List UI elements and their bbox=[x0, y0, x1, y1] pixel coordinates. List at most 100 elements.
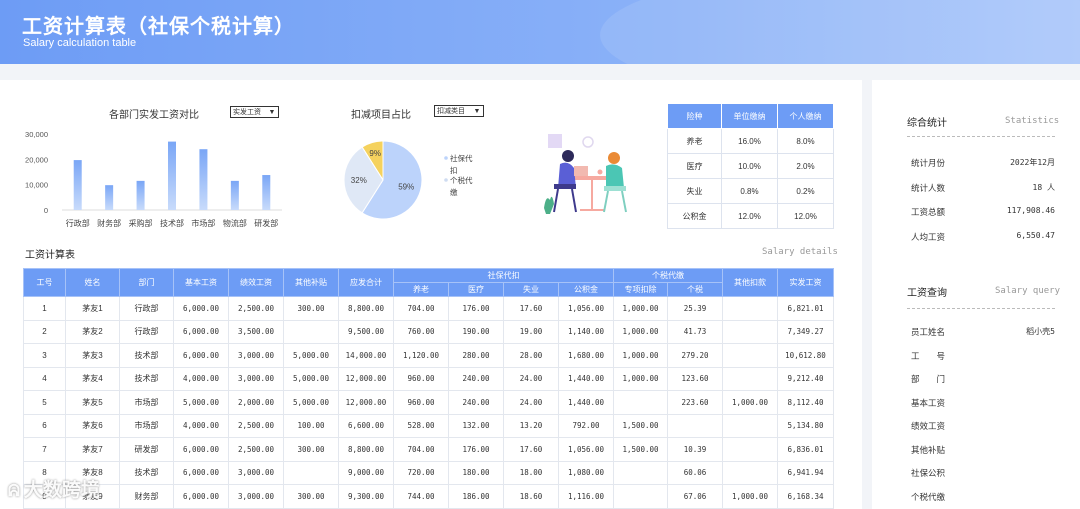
salary-cell: 100.00 bbox=[283, 413, 339, 438]
bar-chart: 30,000 20,000 10,000 0 行政部 财务部 采购部 技术部 市场部 物流部 研发部 bbox=[25, 130, 282, 228]
salary-cell: 1,000.00 bbox=[722, 484, 778, 509]
salary-cell bbox=[722, 366, 778, 391]
bar-财务部 bbox=[105, 185, 114, 210]
bar-市场部 bbox=[199, 149, 208, 210]
rate-cell: 失业 bbox=[667, 178, 722, 204]
rate-header-cell: 险种 bbox=[667, 103, 722, 129]
salary-cell: 6,821.01 bbox=[777, 296, 834, 321]
salary-cell: 6,168.34 bbox=[777, 484, 834, 509]
salary-cell: 茅友3 bbox=[65, 343, 120, 368]
salary-cell: 9,500.00 bbox=[338, 319, 394, 344]
pie-value-label: 32% bbox=[351, 176, 367, 185]
salary-cell: 3,000.00 bbox=[228, 366, 284, 391]
salary-cell: 2,500.00 bbox=[228, 296, 284, 321]
y-tick-label: 10,000 bbox=[25, 181, 48, 190]
salary-cell bbox=[722, 296, 778, 321]
salary-cell: 1,056.00 bbox=[558, 296, 614, 321]
page-title: 工资计算表（社保个税计算） bbox=[22, 16, 295, 38]
info-value: 稻小壳5 bbox=[1026, 327, 1055, 336]
table-row: 8 茅友8 技术部 6,000.00 3,000.00 9,000.00 720.00 180… bbox=[23, 460, 834, 485]
salary-cell: 1,116.00 bbox=[558, 484, 614, 509]
rate-row: 医疗 10.0% 2.0% bbox=[667, 153, 834, 179]
legend-label: 个税代 bbox=[450, 175, 473, 185]
salary-cell: 技术部 bbox=[119, 343, 174, 368]
salary-header-cell: 实发工资 bbox=[777, 268, 834, 297]
salary-cell bbox=[722, 460, 778, 485]
salary-cell: 720.00 bbox=[393, 460, 449, 485]
salary-cell: 茅友5 bbox=[65, 390, 120, 415]
salary-cell: 24.00 bbox=[503, 366, 559, 391]
salary-cell: 8,800.00 bbox=[338, 296, 394, 321]
x-tick-label: 行政部 bbox=[66, 218, 90, 228]
salary-cell: 8,112.40 bbox=[777, 390, 834, 415]
rate-cell: 10.0% bbox=[721, 153, 778, 179]
salary-cell: 5,134.80 bbox=[777, 413, 834, 438]
salary-cell: 6,000.00 bbox=[173, 484, 229, 509]
bar-chart-dropdown-value: 实发工资 bbox=[233, 109, 261, 116]
salary-cell: 茅友4 bbox=[65, 366, 120, 391]
salary-table-title-en: Salary details bbox=[762, 247, 838, 257]
legend-label: 缴 bbox=[450, 187, 458, 197]
salary-cell: 6 bbox=[23, 413, 66, 438]
salary-subheader-cell: 专项扣除 bbox=[613, 282, 668, 297]
salary-cell: 19.00 bbox=[503, 319, 559, 344]
table-row: 3 茅友3 技术部 6,000.00 3,000.00 5,000.00 14,000.00… bbox=[23, 343, 834, 368]
legend-marker bbox=[444, 178, 448, 182]
info-row: 基本工资 bbox=[911, 397, 1055, 409]
query-title-en: Salary query bbox=[995, 286, 1061, 296]
info-row: 员工姓名 稻小壳5 bbox=[911, 326, 1055, 338]
y-tick-label: 30,000 bbox=[25, 130, 48, 139]
salary-cell: 240.00 bbox=[448, 390, 504, 415]
salary-cell: 6,941.94 bbox=[777, 460, 834, 485]
salary-cell: 1,120.00 bbox=[393, 343, 449, 368]
salary-cell: 6,836.01 bbox=[777, 437, 834, 462]
salary-cell: 5,000.00 bbox=[283, 366, 339, 391]
salary-cell: 176.00 bbox=[448, 437, 504, 462]
rate-header-cell: 单位缴纳 bbox=[721, 103, 778, 129]
info-label: 工 号 bbox=[911, 350, 946, 361]
bar-chart-title: 各部门实发工资对比 bbox=[109, 110, 199, 121]
salary-cell: 6,600.00 bbox=[338, 413, 394, 438]
salary-cell: 6,000.00 bbox=[173, 296, 229, 321]
info-value: 2022年12月 bbox=[1010, 158, 1055, 167]
salary-cell: 12,000.00 bbox=[338, 390, 394, 415]
salary-cell: 8,800.00 bbox=[338, 437, 394, 462]
salary-cell: 960.00 bbox=[393, 390, 449, 415]
info-value: 6,550.47 bbox=[1016, 230, 1055, 240]
salary-cell: 744.00 bbox=[393, 484, 449, 509]
info-value: 18 人 bbox=[1032, 182, 1055, 192]
salary-cell: 1,000.00 bbox=[613, 366, 668, 391]
bar-技术部 bbox=[168, 141, 176, 210]
pie-chart-dropdown[interactable]: 扣减类目 ▼ bbox=[434, 105, 484, 117]
bar-研发部 bbox=[262, 175, 271, 210]
rate-cell: 0.2% bbox=[777, 178, 834, 204]
salary-cell: 17.60 bbox=[503, 437, 559, 462]
salary-cell: 60.06 bbox=[667, 460, 723, 485]
page-subtitle: Salary calculation table bbox=[23, 37, 137, 49]
salary-cell: 技术部 bbox=[119, 366, 174, 391]
salary-cell: 300.00 bbox=[283, 484, 339, 509]
salary-cell: 1,000.00 bbox=[722, 390, 778, 415]
bar-chart-dropdown[interactable]: 实发工资 ▼ bbox=[230, 106, 279, 118]
salary-cell: 180.00 bbox=[448, 460, 504, 485]
salary-cell: 3,000.00 bbox=[228, 343, 284, 368]
salary-table: 工号 姓名 部门 基本工资 绩效工资 其他补贴 应发合计 社保代扣 个税代缴 其他扣款 实发工资 养老… bbox=[23, 268, 834, 509]
salary-cell: 25.39 bbox=[667, 296, 723, 321]
salary-cell: 茅友1 bbox=[65, 296, 120, 321]
salary-cell: 技术部 bbox=[119, 460, 174, 485]
rate-row: 失业 0.8% 0.2% bbox=[667, 178, 834, 204]
salary-cell: 6,000.00 bbox=[173, 343, 229, 368]
salary-cell: 132.00 bbox=[448, 413, 504, 438]
rate-row: 公积金 12.0% 12.0% bbox=[667, 203, 834, 229]
bar-行政部 bbox=[73, 160, 82, 210]
salary-cell: 茅友2 bbox=[65, 319, 120, 344]
y-tick-label: 20,000 bbox=[25, 155, 48, 164]
table-row: 7 茅友7 研发部 6,000.00 2,500.00 300.00 8,800.00 704… bbox=[23, 437, 834, 462]
pie-chart-title: 扣减项目占比 bbox=[351, 110, 411, 121]
query-divider bbox=[907, 308, 1055, 309]
salary-table-title: 工资计算表 bbox=[25, 250, 75, 261]
salary-cell: 6,000.00 bbox=[173, 460, 229, 485]
salary-subheader-cell: 公积金 bbox=[558, 282, 614, 297]
info-label: 员工姓名 bbox=[911, 327, 946, 337]
table-row: 1 茅友1 行政部 6,000.00 2,500.00 300.00 8,800.00 704… bbox=[23, 296, 834, 321]
